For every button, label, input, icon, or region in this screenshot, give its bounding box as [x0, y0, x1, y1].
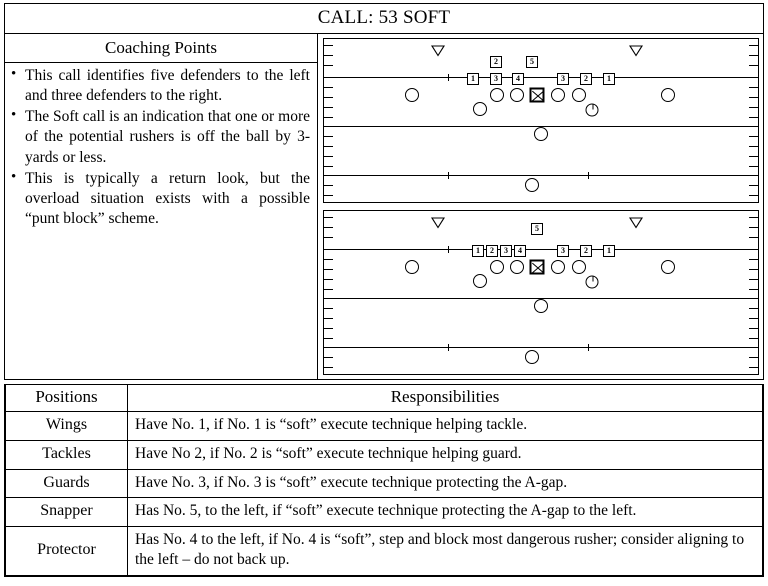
threat-number-box: 2 — [580, 73, 592, 85]
hash-marks-right — [749, 211, 758, 374]
position-cell: Wings — [5, 411, 128, 441]
yard-line — [324, 249, 758, 250]
responsibility-cell: Have No. 1, if No. 1 is “soft” execute t… — [127, 411, 763, 441]
responsibility-cell: Have No 2, if No. 2 is “soft” execute te… — [127, 439, 763, 470]
hash-tick — [588, 172, 589, 179]
player-marker — [490, 260, 504, 274]
protector-marker — [585, 103, 599, 117]
hash-tick — [588, 344, 589, 351]
position-cell: Tackles — [5, 439, 128, 470]
gunner-marker-left — [431, 45, 445, 57]
responsibility-cell: Has No. 4 to the left, if No. 4 is “soft… — [127, 526, 763, 576]
playbook-page: CALL: 53 SOFT Coaching Points This call … — [0, 0, 768, 586]
column-header-positions: Positions — [5, 384, 128, 412]
coaching-points-heading: Coaching Points — [5, 34, 317, 63]
player-marker — [534, 299, 548, 313]
gunner-marker-left — [431, 217, 445, 229]
hash-marks-left — [324, 39, 333, 202]
player-marker — [551, 88, 565, 102]
player-marker — [405, 260, 419, 274]
threat-number-box: 3 — [490, 73, 502, 85]
table-row: Guards Have No. 3, if No. 3 is “soft” ex… — [5, 468, 763, 499]
hash-tick — [448, 246, 449, 253]
threat-number-box: 3 — [557, 245, 569, 257]
table-header-row: Positions Responsibilities — [5, 384, 763, 412]
responsibilities-table: Positions Responsibilities Wings Have No… — [5, 384, 763, 576]
yard-line — [324, 175, 758, 176]
page-title: CALL: 53 SOFT — [5, 4, 763, 34]
list-item: This is typically a return look, but the… — [9, 168, 310, 229]
threat-number-box: 3 — [500, 245, 512, 257]
player-marker — [510, 88, 524, 102]
column-header-responsibilities: Responsibilities — [127, 384, 763, 412]
hash-tick — [448, 172, 449, 179]
threat-number-box: 1 — [472, 245, 484, 257]
responsibility-cell: Have No. 3, if No. 3 is “soft” execute t… — [127, 468, 763, 499]
threat-number-box: 5 — [526, 56, 538, 68]
player-marker — [510, 260, 524, 274]
player-marker — [405, 88, 419, 102]
coaching-points-body: This call identifies five defenders to t… — [5, 63, 317, 379]
player-marker — [490, 88, 504, 102]
table-row: Tackles Have No 2, if No. 2 is “soft” ex… — [5, 439, 763, 470]
player-marker — [473, 102, 487, 116]
table-row: Protector Has No. 4 to the left, if No. … — [5, 526, 763, 576]
threat-number-box: 1 — [603, 73, 615, 85]
player-marker — [572, 88, 586, 102]
table-row: Snapper Has No. 5, to the left, if “soft… — [5, 497, 763, 528]
play-card: CALL: 53 SOFT Coaching Points This call … — [4, 3, 764, 380]
threat-number-box: 4 — [514, 245, 526, 257]
player-marker — [525, 178, 539, 192]
threat-number-box: 2 — [490, 56, 502, 68]
formation-diagrams: 2 5 1 3 4 3 2 1 5 1 2 3 4 3 2 1 — [318, 34, 763, 379]
player-marker — [661, 260, 675, 274]
snapper-marker — [529, 87, 545, 103]
threat-number-box: 4 — [512, 73, 524, 85]
formation-diagram-top: 2 5 1 3 4 3 2 1 — [323, 38, 759, 203]
protector-marker — [585, 275, 599, 289]
position-cell: Protector — [5, 526, 128, 576]
player-marker — [473, 274, 487, 288]
formation-diagram-bottom: 5 1 2 3 4 3 2 1 — [323, 210, 759, 375]
table-row: Wings Have No. 1, if No. 1 is “soft” exe… — [5, 411, 763, 441]
responsibility-cell: Has No. 5, to the left, if “soft” execut… — [127, 497, 763, 528]
hash-tick — [448, 74, 449, 81]
coaching-points-panel: Coaching Points This call identifies fiv… — [5, 34, 318, 379]
threat-number-box: 1 — [467, 73, 479, 85]
hash-tick — [448, 344, 449, 351]
coaching-points-list: This call identifies five defenders to t… — [9, 65, 310, 229]
threat-number-box: 2 — [486, 245, 498, 257]
list-item: The Soft call is an indication that one … — [9, 106, 310, 167]
player-marker — [661, 88, 675, 102]
player-marker — [534, 127, 548, 141]
hash-marks-left — [324, 211, 333, 374]
player-marker — [551, 260, 565, 274]
card-body: Coaching Points This call identifies fiv… — [5, 34, 763, 379]
threat-number-box: 5 — [531, 223, 543, 235]
hash-marks-right — [749, 39, 758, 202]
player-marker — [525, 350, 539, 364]
yard-line — [324, 77, 758, 78]
gunner-marker-right — [629, 217, 643, 229]
list-item: This call identifies five defenders to t… — [9, 65, 310, 106]
threat-number-box: 2 — [580, 245, 592, 257]
position-cell: Snapper — [5, 497, 128, 528]
yard-line — [324, 347, 758, 348]
snapper-marker — [529, 259, 545, 275]
threat-number-box: 1 — [603, 245, 615, 257]
player-marker — [572, 260, 586, 274]
gunner-marker-right — [629, 45, 643, 57]
responsibilities-section: Positions Responsibilities Wings Have No… — [4, 384, 764, 577]
threat-number-box: 3 — [557, 73, 569, 85]
position-cell: Guards — [5, 468, 128, 499]
